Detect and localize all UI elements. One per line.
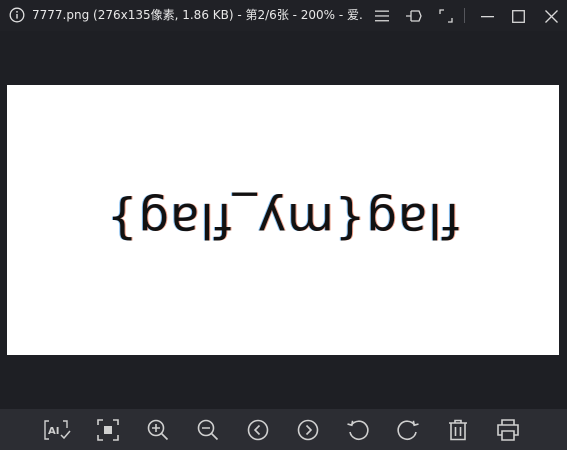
bottom-toolbar: AI bbox=[0, 409, 567, 450]
zoom-out-button[interactable] bbox=[195, 417, 221, 443]
title-separator bbox=[464, 8, 465, 23]
maximize-icon bbox=[511, 9, 525, 23]
rotate-right-icon bbox=[396, 419, 420, 441]
image-canvas[interactable]: flag{my_flag} bbox=[7, 85, 559, 355]
rotate-right-button[interactable] bbox=[395, 417, 421, 443]
next-image-button[interactable] bbox=[295, 417, 321, 443]
zoom-in-icon bbox=[147, 419, 169, 441]
fit-screen-button[interactable] bbox=[95, 417, 121, 443]
menu-icon bbox=[375, 10, 389, 22]
ai-ocr-icon: AI bbox=[44, 419, 72, 441]
previous-icon bbox=[247, 419, 269, 441]
close-icon bbox=[544, 9, 558, 23]
pin-icon bbox=[405, 8, 423, 24]
fit-screen-icon bbox=[97, 419, 119, 441]
next-icon bbox=[297, 419, 319, 441]
zoom-in-button[interactable] bbox=[145, 417, 171, 443]
ai-ocr-button[interactable]: AI bbox=[44, 417, 72, 443]
zoom-out-icon bbox=[197, 419, 219, 441]
svg-text:AI: AI bbox=[48, 426, 59, 437]
print-icon bbox=[496, 419, 520, 441]
menu-button[interactable] bbox=[371, 5, 393, 27]
close-button[interactable] bbox=[540, 5, 562, 27]
minimize-button[interactable] bbox=[476, 5, 498, 27]
window-title: 7777.png (276x135像素, 1.86 KB) - 第2/6张 - … bbox=[32, 8, 362, 22]
info-icon[interactable] bbox=[9, 7, 25, 23]
maximize-button[interactable] bbox=[507, 5, 529, 27]
print-button[interactable] bbox=[495, 417, 521, 443]
previous-image-button[interactable] bbox=[245, 417, 271, 443]
fullscreen-button[interactable] bbox=[435, 5, 457, 27]
fullscreen-icon bbox=[439, 9, 453, 23]
image-text: flag{my_flag} bbox=[106, 192, 460, 248]
rotate-left-icon bbox=[346, 419, 370, 441]
title-bar: 7777.png (276x135像素, 1.86 KB) - 第2/6张 - … bbox=[0, 0, 567, 31]
delete-button[interactable] bbox=[445, 417, 471, 443]
pin-button[interactable] bbox=[403, 5, 425, 27]
rotate-left-button[interactable] bbox=[345, 417, 371, 443]
minimize-icon bbox=[480, 10, 494, 23]
delete-icon bbox=[447, 419, 469, 441]
